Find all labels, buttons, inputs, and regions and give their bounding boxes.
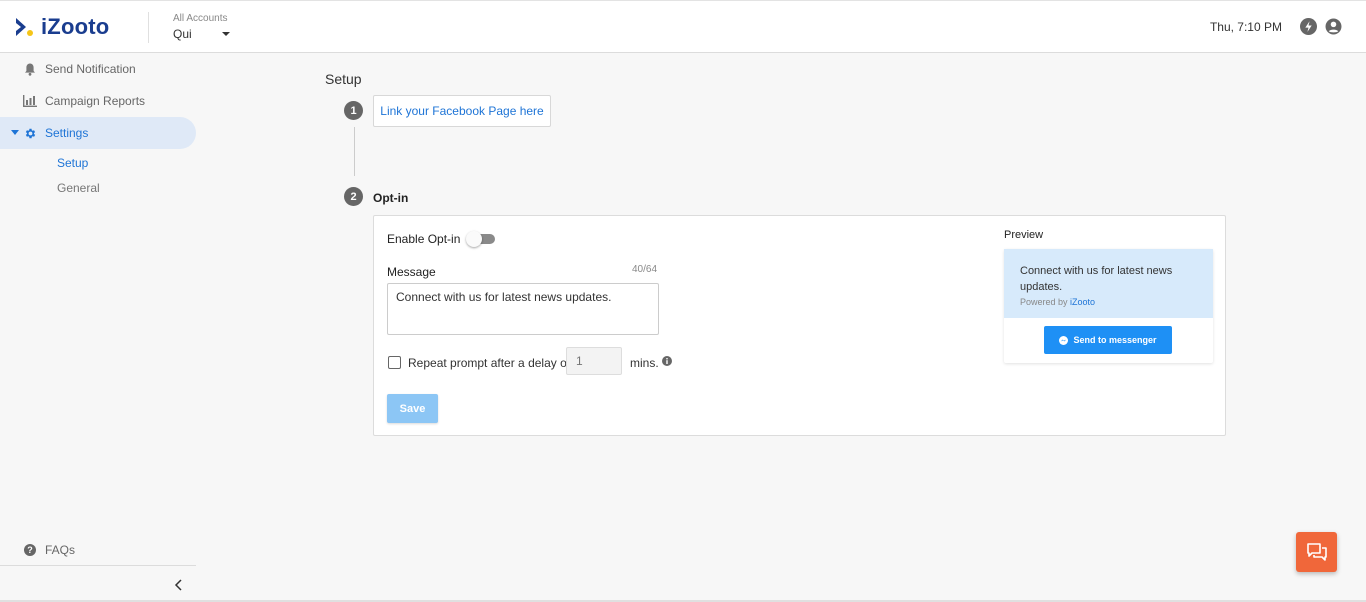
header-right: Thu, 7:10 PM [1210,18,1342,35]
sidebar-item-label: Campaign Reports [45,94,146,108]
message-label: Message [387,265,436,279]
sidebar: Send Notification Campaign Reports Setti… [0,53,196,602]
sidebar-item-label: Send Notification [45,62,136,76]
sidebar-item-send-notification[interactable]: Send Notification [0,53,196,85]
send-to-messenger-button[interactable]: Send to messenger [1044,326,1172,354]
current-time: Thu, 7:10 PM [1209,19,1282,34]
sidebar-item-faqs[interactable]: ? FAQs [0,534,196,566]
sidebar-item-campaign-reports[interactable]: Campaign Reports [0,85,196,117]
save-button[interactable]: Save [387,394,438,423]
preview-message-area: Connect with us for latest news updates.… [1004,249,1213,318]
sidebar-divider [0,565,196,566]
delay-minutes-input[interactable] [566,347,622,375]
chevron-down-icon [221,32,230,36]
account-switcher[interactable]: All Accounts Qui [173,13,230,41]
send-to-messenger-label: Send to messenger [1073,335,1157,345]
top-header: iZooto All Accounts Qui Thu, 7:10 PM [0,0,1366,53]
step-title-opt-in: Opt-in [373,191,409,205]
lightning-icon[interactable] [1300,18,1317,35]
page-title: Setup [325,71,362,87]
messenger-icon [1059,335,1069,345]
message-input[interactable]: Connect with us for latest news updates. [387,283,659,335]
enable-opt-in-label: Enable Opt-in [387,232,461,246]
opt-in-card: Enable Opt-in Message 40/64 Connect with… [373,215,1226,436]
account-label: All Accounts [173,13,228,24]
chevron-left-icon[interactable] [172,578,186,592]
messenger-preview-card: Connect with us for latest news updates.… [1004,249,1213,363]
bell-icon [22,61,38,77]
powered-by: Powered by iZooto [1020,297,1095,307]
link-facebook-page-button[interactable]: Link your Facebook Page here [373,95,551,127]
help-circle-icon: ? [22,542,38,558]
sidebar-subitem-general[interactable]: General [57,181,100,195]
caret-down-icon [11,130,19,135]
svg-text:?: ? [27,545,33,555]
info-icon[interactable] [662,356,672,366]
step-number-2: 2 [344,187,363,206]
bar-chart-icon [22,93,38,109]
account-dropdown[interactable]: Qui [173,27,230,41]
sidebar-subitem-setup[interactable]: Setup [57,156,88,170]
repeat-prompt-label: Repeat prompt after a delay of [408,356,571,370]
sidebar-item-label: Settings [45,126,89,140]
sidebar-item-label: FAQs [45,543,76,557]
header-divider [148,12,149,43]
chat-support-button[interactable] [1296,532,1337,572]
powered-by-brand: iZooto [1070,297,1096,307]
mins-label: mins. [630,356,659,370]
step-number-1: 1 [344,101,363,120]
user-account-icon[interactable] [1325,18,1342,35]
message-char-count: 40/64 [632,264,658,275]
chat-icon [1306,543,1327,561]
powered-by-prefix: Powered by [1020,297,1071,307]
repeat-prompt-checkbox[interactable] [388,356,401,369]
brand-name: iZooto [41,14,110,39]
preview-label: Preview [1004,229,1044,241]
toggle-knob [466,231,482,247]
sidebar-item-settings[interactable]: Settings [0,117,196,149]
account-value: Qui [173,27,192,41]
gear-icon [22,125,38,141]
preview-message: Connect with us for latest news updates. [1020,265,1173,293]
izooto-logo[interactable]: iZooto [15,15,109,39]
enable-opt-in-toggle[interactable] [466,231,496,247]
izooto-logo-icon [16,18,33,36]
step-connector [354,127,355,176]
